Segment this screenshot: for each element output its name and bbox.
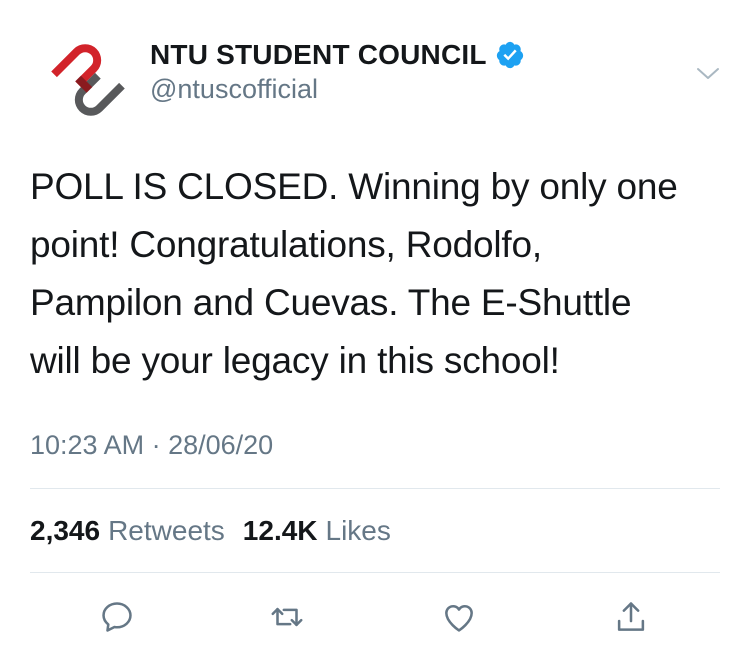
display-name[interactable]: NTU STUDENT COUNCIL [150,39,487,71]
tweet-text-line: POLL IS CLOSED. Winning by only one [30,166,678,207]
retweets-label[interactable]: Retweets [108,515,225,547]
like-button[interactable] [440,598,478,636]
retweets-count[interactable]: 2,346 [30,515,100,547]
divider [30,488,720,489]
verified-badge-icon [495,40,525,70]
like-icon [445,605,473,632]
retweet-icon [271,607,303,627]
tweet-text-line: point! Congratulations, Rodolfo, [30,224,542,265]
retweet-button[interactable] [268,598,306,636]
author-name-row[interactable]: NTU STUDENT COUNCIL [150,38,525,72]
reply-button[interactable] [98,598,136,636]
likes-count[interactable]: 12.4K [243,515,318,547]
tweet-timestamp[interactable]: 10:23 AM · 28/06/20 [30,430,273,461]
divider [30,572,720,573]
share-button[interactable] [612,598,650,636]
tweet-actions [0,598,750,638]
tweet-text-line: Pampilon and Cuevas. The E-Shuttle [30,282,632,323]
chevron-down-icon[interactable] [693,58,723,88]
ntu-logo-icon [51,44,125,116]
tweet-text: POLL IS CLOSED. Winning by only one poin… [30,158,730,390]
avatar[interactable] [38,30,138,130]
reply-icon [102,602,132,632]
tweet-stats: 2,346 Retweets 12.4K Likes [30,515,391,547]
likes-label[interactable]: Likes [326,515,391,547]
author-handle[interactable]: @ntuscofficial [150,74,318,105]
tweet-text-line: will be your legacy in this school! [30,340,560,381]
share-icon [617,602,645,631]
